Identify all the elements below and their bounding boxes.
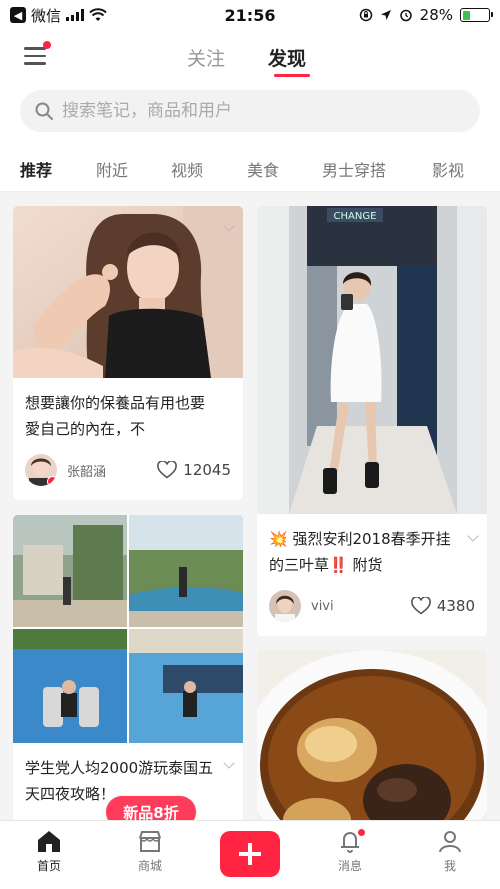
nav-home[interactable]: 首页 xyxy=(19,829,79,874)
status-bar: ◀ 微信 21:56 28% xyxy=(0,0,500,30)
note-image xyxy=(257,650,487,820)
nav-shop[interactable]: 商城 xyxy=(120,829,180,874)
home-icon xyxy=(38,831,60,852)
orientation-lock-icon xyxy=(359,8,372,22)
search-box[interactable] xyxy=(20,90,480,132)
note-footer: vivi 4380 xyxy=(257,578,487,636)
author-name[interactable]: 张韶涵 xyxy=(67,461,157,480)
like-count: 4380 xyxy=(436,597,475,615)
category-video[interactable]: 视频 xyxy=(171,157,203,181)
battery-percent: 28% xyxy=(419,6,453,24)
search-icon xyxy=(35,102,53,120)
feed: 想要讓你的保養品有用也要愛自己的內在，不 张韶涵 12045 学生党人均2000… xyxy=(0,192,500,820)
author-avatar[interactable] xyxy=(269,590,301,622)
nav-home-label: 首页 xyxy=(36,859,61,873)
like-count: 12045 xyxy=(183,461,231,479)
nav-messages-label: 消息 xyxy=(337,859,362,873)
nav-messages[interactable]: 消息 xyxy=(320,828,380,874)
category-film[interactable]: 影视 xyxy=(432,157,464,181)
double-exclamation-emoji: ‼️ xyxy=(329,556,348,574)
status-time: 21:56 xyxy=(224,5,276,25)
heart-icon xyxy=(157,461,178,479)
status-left: ◀ 微信 xyxy=(10,5,190,26)
note-title: 💥 强烈安利2018春季开挂的三叶草‼️ 附货 xyxy=(269,530,451,574)
note-title: 想要讓你的保養品有用也要愛自己的內在，不 xyxy=(25,394,206,438)
nav-me[interactable]: 我 xyxy=(420,829,480,874)
nav-me-label: 我 xyxy=(443,859,456,873)
note-image: CHANGE xyxy=(257,206,487,514)
menu-icon xyxy=(24,47,46,50)
category-mens-fashion[interactable]: 男士穿搭 xyxy=(322,157,386,181)
signal-icon xyxy=(66,9,85,21)
battery-icon xyxy=(460,8,493,22)
tab-follow[interactable]: 关注 xyxy=(187,44,225,71)
heart-icon xyxy=(410,597,431,615)
carrier-label: 微信 xyxy=(31,6,62,25)
bottom-nav: 首页 商城 消息 我 xyxy=(0,820,500,889)
author-avatar[interactable] xyxy=(25,454,57,486)
category-recommend[interactable]: 推荐 xyxy=(20,157,52,181)
search-bar xyxy=(0,85,500,142)
menu-button[interactable] xyxy=(24,41,51,65)
plus-icon xyxy=(239,843,261,865)
back-to-app-icon[interactable]: ◀ xyxy=(10,7,26,23)
search-input[interactable] xyxy=(62,101,462,121)
category-nearby[interactable]: 附近 xyxy=(96,157,128,181)
verified-badge xyxy=(47,476,57,486)
note-card[interactable]: 学生党人均2000游玩泰国五天四夜攻略！ xyxy=(13,515,243,820)
status-right: 28% xyxy=(310,6,493,24)
note-card[interactable] xyxy=(257,650,487,820)
category-tabs: 推荐 附近 视频 美食 男士穿搭 影视 xyxy=(0,142,500,192)
alarm-icon xyxy=(399,9,412,22)
wifi-icon xyxy=(89,8,107,21)
shop-icon xyxy=(139,831,161,852)
top-header: 关注 发现 xyxy=(0,30,500,85)
note-image xyxy=(13,206,243,378)
user-icon xyxy=(439,831,461,853)
category-food[interactable]: 美食 xyxy=(247,157,279,181)
note-card[interactable]: CHANGE 💥 强烈安利2018春季开挂的三叶草‼️ 附货 vivi 4380 xyxy=(257,206,487,636)
publish-button[interactable] xyxy=(220,831,280,877)
notification-dot xyxy=(43,41,51,49)
note-image xyxy=(13,515,243,743)
tab-discover[interactable]: 发现 xyxy=(268,44,306,71)
note-card[interactable]: 想要讓你的保養品有用也要愛自己的內在，不 张韶涵 12045 xyxy=(13,206,243,500)
like-button[interactable]: 4380 xyxy=(410,597,475,615)
location-icon xyxy=(380,10,391,20)
active-tab-indicator xyxy=(274,74,310,77)
note-footer: 张韶涵 12045 xyxy=(13,442,243,500)
author-name[interactable]: vivi xyxy=(311,599,411,614)
like-button[interactable]: 12045 xyxy=(157,461,231,479)
svg-text:CHANGE: CHANGE xyxy=(334,211,377,222)
explosion-emoji: 💥 xyxy=(269,530,288,548)
message-dot xyxy=(357,828,366,837)
nav-shop-label: 商城 xyxy=(137,859,162,873)
